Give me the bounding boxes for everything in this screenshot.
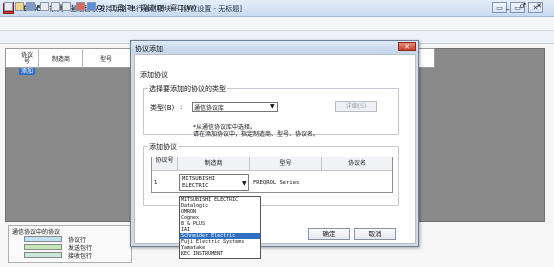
dialog-title: 协议添加 <box>135 45 163 53</box>
grid-header-model: 型号 <box>100 56 113 63</box>
chevron-down-icon[interactable]: ▼ <box>242 180 247 187</box>
hint-line-2: 请在添加协议中，指定制造商、型号、协议名。 <box>193 131 320 138</box>
maker-value-line-1: MITSUBISHI <box>182 176 216 182</box>
menubar <box>0 17 554 31</box>
detail-button[interactable]: 详细(S) <box>335 101 377 112</box>
cancel-button[interactable]: 取消 <box>354 228 396 240</box>
table-cell-number: 1 <box>154 180 158 186</box>
table-header-protocol-name: 协议名 <box>322 157 392 171</box>
grid-divider <box>38 48 39 68</box>
grid-header-number: 协议号 <box>20 52 33 65</box>
copy-icon[interactable] <box>51 2 60 11</box>
dialog-close-icon[interactable]: ✕ <box>398 42 416 51</box>
type-group-title: 选择要添加的协议的类型 <box>148 84 227 94</box>
legend-label-receive: 接收包行 <box>68 253 93 260</box>
cut-icon[interactable] <box>40 2 49 11</box>
menu-window[interactable]: 窗口(W) <box>170 3 196 13</box>
new-icon[interactable] <box>4 2 13 11</box>
type-label: 类型(B) <box>150 104 175 112</box>
chevron-down-icon[interactable]: ▼ <box>270 103 275 110</box>
paste-icon[interactable] <box>62 2 71 11</box>
legend-swatch-protocol <box>24 236 62 242</box>
ok-button[interactable]: 确定 <box>308 228 350 240</box>
grid-divider <box>82 48 83 68</box>
legend-swatch-receive <box>24 252 62 258</box>
dropdown-option[interactable]: KEC INSTRUMENT <box>180 251 260 257</box>
save-icon[interactable] <box>26 2 35 11</box>
grid-row-add[interactable]: 添加 <box>19 68 35 75</box>
table-header-model: 型号 <box>250 157 322 171</box>
legend-title: 通信协议中的协议 <box>12 229 61 236</box>
minimize-button[interactable]: ▭ <box>492 2 507 13</box>
dialog-title-bar[interactable] <box>131 41 418 53</box>
menu-tools[interactable]: 工具(T) <box>110 3 134 13</box>
read-icon[interactable] <box>76 2 85 11</box>
write-icon[interactable] <box>87 2 96 11</box>
table-cell-model[interactable]: FREQROL Series <box>253 180 299 186</box>
open-icon[interactable] <box>15 2 24 11</box>
grid-header-maker: 制造商 <box>52 56 71 63</box>
legend-swatch-send <box>24 244 62 250</box>
add-group-title: 添加协议 <box>148 142 178 152</box>
menu-debug[interactable]: 调试(D) <box>140 3 165 13</box>
table-header-number: 协议号 <box>152 157 178 171</box>
type-colon: : <box>180 103 183 111</box>
section-add-label: 添加协议 <box>140 71 168 79</box>
mdi-controls[interactable]: _ ♂ ✕ <box>506 2 546 10</box>
type-select-value: 通信协议库 <box>194 105 225 112</box>
table-header-maker: 制造商 <box>178 157 250 171</box>
maker-value-line-2: ELECTRIC <box>182 183 209 189</box>
